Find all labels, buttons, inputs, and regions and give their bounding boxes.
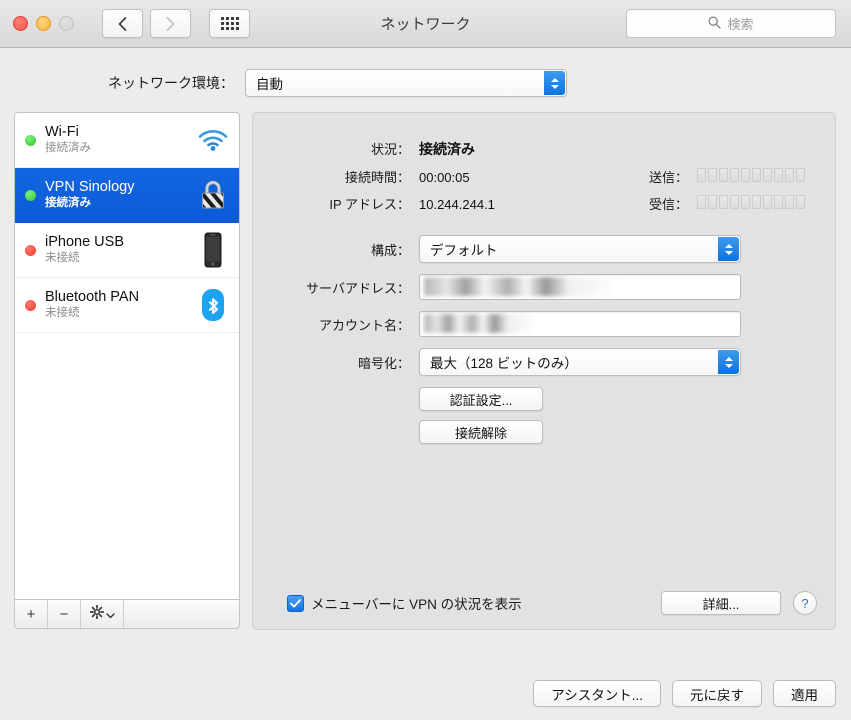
encryption-select[interactable]: 最大（128 ビットのみ）: [419, 348, 741, 376]
network-location-label: ネットワーク環境：: [108, 75, 234, 91]
service-status: 未接続: [45, 252, 80, 264]
revert-button[interactable]: 元に戻す: [672, 680, 762, 707]
navigation-buttons: [102, 9, 191, 38]
status-dot: [25, 189, 36, 201]
bluetooth-icon: [191, 288, 235, 322]
received-label: 受信：: [648, 197, 688, 212]
encryption-label: 暗号化：: [357, 355, 410, 371]
service-list-toolbar: + −: [14, 599, 240, 629]
service-name: iPhone USB: [45, 234, 124, 250]
window-titlebar: ネットワーク 検索: [0, 0, 851, 48]
ip-address-label: IP アドレス：: [329, 197, 410, 212]
service-status: 接続済み: [45, 142, 91, 154]
iphone-icon: [191, 232, 235, 268]
status-dot: [25, 244, 36, 256]
auth-settings-row: 認証設定...: [253, 387, 835, 411]
server-address-label: サーバアドレス：: [306, 280, 410, 296]
connection-status-group: 状況： 接続済み 接続時間： 00:00:05 送信： IP アドレス： 10.…: [253, 113, 835, 213]
connect-time-value: 00:00:05: [419, 170, 470, 185]
show-all-button[interactable]: [209, 9, 250, 38]
traffic-lights: [13, 16, 74, 31]
assistant-button[interactable]: アシスタント...: [533, 680, 661, 707]
close-button[interactable]: [13, 16, 28, 31]
account-name-label: アカウント名：: [318, 317, 410, 333]
vpn-lock-icon: [191, 178, 235, 212]
chevron-right-icon: [166, 16, 175, 31]
configuration-label: 構成：: [370, 242, 410, 258]
chevron-down-icon: [105, 606, 115, 623]
service-status: 未接続: [45, 307, 80, 319]
redacted-content: [424, 314, 534, 333]
sent-label: 送信：: [648, 170, 688, 185]
service-row-bluetooth-pan[interactable]: Bluetooth PAN 未接続: [15, 278, 239, 333]
status-value: 接続済み: [419, 141, 475, 157]
disconnect-row: 接続解除: [253, 420, 835, 444]
status-dot: [25, 134, 36, 146]
search-placeholder: 検索: [727, 17, 754, 32]
vpn-settings-form: 構成： デフォルト サーバアドレス： アカウント名： 暗号化： 最大（128 ビ…: [253, 235, 835, 376]
encryption-value: 最大（128 ビットのみ）: [430, 356, 578, 371]
ip-address-value: 10.244.244.1: [419, 197, 495, 212]
zoom-button: [59, 16, 74, 31]
minimize-button[interactable]: [36, 16, 51, 31]
chevron-updown-icon[interactable]: [718, 350, 739, 374]
received-meter: [697, 195, 835, 209]
service-name: Wi-Fi: [45, 124, 79, 140]
window-footer-buttons: アシスタント... 元に戻す 適用: [533, 680, 836, 707]
gear-icon: [89, 604, 104, 623]
show-vpn-status-checkbox[interactable]: メニューバーに VPN の状況を表示: [287, 593, 661, 613]
authentication-settings-button[interactable]: 認証設定...: [419, 387, 543, 411]
account-name-input[interactable]: [419, 311, 741, 337]
status-label: 状況：: [370, 142, 410, 157]
back-button[interactable]: [102, 9, 143, 38]
network-location-row: ネットワーク環境： 自動: [0, 69, 851, 97]
service-list: Wi-Fi 接続済み VPN Sinology 接続済み iPhone USB …: [14, 112, 240, 599]
chevron-updown-icon[interactable]: [544, 71, 565, 95]
help-button[interactable]: ?: [793, 591, 817, 615]
panel-footer: メニューバーに VPN の状況を表示 詳細... ?: [253, 591, 835, 615]
checkbox-icon[interactable]: [287, 594, 304, 612]
toolbar-filler: [124, 600, 239, 628]
service-status: 接続済み: [45, 197, 91, 209]
disconnect-button[interactable]: 接続解除: [419, 420, 543, 444]
network-location-value: 自動: [256, 77, 283, 92]
configuration-value: デフォルト: [430, 243, 498, 258]
service-detail-panel: 状況： 接続済み 接続時間： 00:00:05 送信： IP アドレス： 10.…: [252, 112, 836, 630]
chevron-left-icon: [118, 16, 127, 31]
search-icon: [708, 15, 722, 32]
sent-meter: [697, 168, 835, 182]
show-vpn-status-label: メニューバーに VPN の状況を表示: [311, 597, 522, 612]
redacted-content: [424, 277, 614, 296]
service-action-menu-button[interactable]: [81, 600, 124, 628]
server-address-input[interactable]: [419, 274, 741, 300]
add-service-button[interactable]: +: [15, 600, 48, 628]
wifi-icon: [191, 128, 235, 152]
chevron-updown-icon[interactable]: [718, 237, 739, 261]
forward-button: [150, 9, 191, 38]
configuration-select[interactable]: デフォルト: [419, 235, 741, 263]
service-name: VPN Sinology: [45, 179, 135, 195]
grid-icon: [220, 17, 239, 30]
advanced-button[interactable]: 詳細...: [661, 591, 781, 615]
apply-button[interactable]: 適用: [773, 680, 836, 707]
service-sidebar: Wi-Fi 接続済み VPN Sinology 接続済み iPhone USB …: [14, 112, 240, 630]
connect-time-label: 接続時間：: [344, 170, 410, 185]
content-area: Wi-Fi 接続済み VPN Sinology 接続済み iPhone USB …: [0, 97, 851, 630]
network-location-select[interactable]: 自動: [245, 69, 567, 97]
remove-service-button[interactable]: −: [48, 600, 81, 628]
status-dot: [25, 299, 36, 311]
service-name: Bluetooth PAN: [45, 289, 140, 305]
service-row-wifi[interactable]: Wi-Fi 接続済み: [15, 113, 239, 168]
service-row-iphone-usb[interactable]: iPhone USB 未接続: [15, 223, 239, 278]
search-input[interactable]: 検索: [626, 9, 836, 38]
service-row-vpn-sinology[interactable]: VPN Sinology 接続済み: [15, 168, 239, 223]
